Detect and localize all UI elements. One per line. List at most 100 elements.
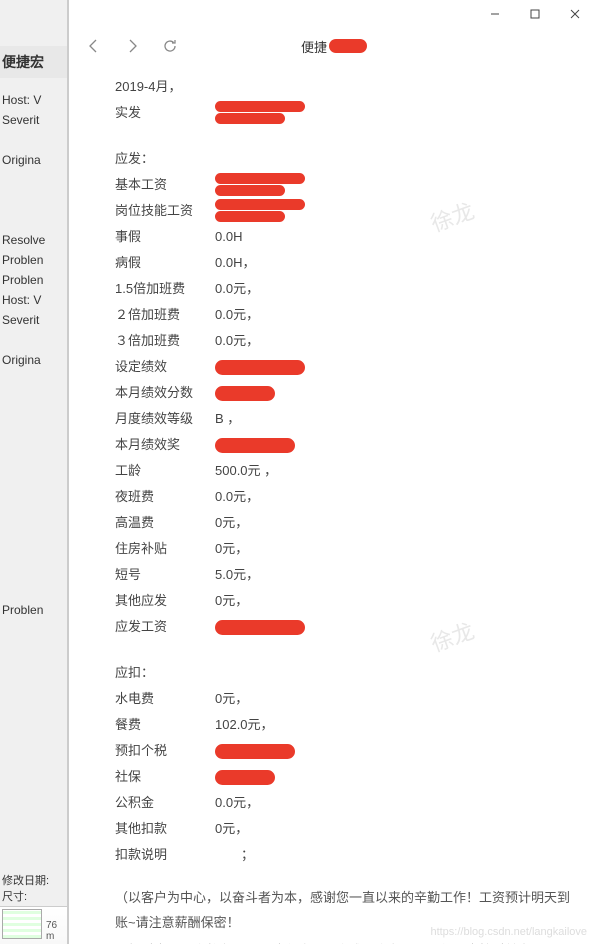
ded-header: 应扣： <box>115 660 571 686</box>
bg-line: Origina <box>0 350 67 370</box>
page-title: 便捷 <box>301 37 367 56</box>
refresh-button[interactable] <box>155 31 185 61</box>
pay-row: 事假0.0H <box>115 224 571 250</box>
bg-block-3: Problen <box>0 600 67 620</box>
pay-value: 0.0H <box>215 225 571 248</box>
back-button[interactable] <box>79 31 109 61</box>
footer-note-2: （如对本月工资数有异议，请在收到工资或工资条三个工作日内核对并向人 <box>115 939 571 944</box>
mail-window: 便捷 2019-4月， 实发 应发： 基本工资岗位技能工资事假0.0H病假0.0… <box>68 0 599 944</box>
navigation-bar: 便捷 <box>69 28 599 64</box>
pay-label: 月度绩效等级 <box>115 407 215 430</box>
pay-value: 500.0元 ， <box>215 459 571 482</box>
bg-footer: 修改日期: 尺寸: <box>2 872 49 904</box>
pay-row: 水电费0元， <box>115 686 571 712</box>
redaction-mark <box>215 620 305 635</box>
bg-line: Problen <box>0 270 67 290</box>
pay-period: 2019-4月， <box>115 74 571 100</box>
bg-line: Host: V <box>0 290 67 310</box>
pay-row: 应发工资 <box>115 614 571 640</box>
pay-label: 工龄 <box>115 459 215 482</box>
pay-label: 其他扣款 <box>115 817 215 840</box>
bg-line: Host: V <box>0 90 67 110</box>
pay-label: 其他应发 <box>115 589 215 612</box>
mail-content: 2019-4月， 实发 应发： 基本工资岗位技能工资事假0.0H病假0.0H，1… <box>69 64 599 944</box>
redaction-mark <box>215 386 275 401</box>
window-titlebar <box>69 0 599 28</box>
pay-label: 餐费 <box>115 713 215 736</box>
ded-header-text: 应扣： <box>115 661 154 684</box>
pay-value: 0.0元， <box>215 485 571 508</box>
due-header: 应发： <box>115 146 571 172</box>
pay-row: 短号5.0元， <box>115 562 571 588</box>
pay-label: 社保 <box>115 765 215 788</box>
pay-row: ２倍加班费0.0元， <box>115 302 571 328</box>
pay-label: 水电费 <box>115 687 215 710</box>
pay-label: 扣款说明 <box>115 843 215 866</box>
pay-value <box>215 199 571 223</box>
redaction-mark <box>215 438 295 453</box>
pay-value: B ， <box>215 407 571 430</box>
pay-label: 设定绩效 <box>115 355 215 378</box>
bg-line: Resolve <box>0 230 67 250</box>
pay-row: 夜班费0.0元， <box>115 484 571 510</box>
pay-label: 应发工资 <box>115 615 215 638</box>
pay-row: 基本工资 <box>115 172 571 198</box>
pay-row: 其他应发0元， <box>115 588 571 614</box>
pay-row: ３倍加班费0.0元， <box>115 328 571 354</box>
pay-row: 设定绩效 <box>115 354 571 380</box>
pay-value: 0元， <box>215 511 571 534</box>
bg-line: Problen <box>0 600 67 620</box>
redaction-mark <box>329 39 367 53</box>
redaction-mark <box>215 173 305 197</box>
pay-label: 1.5倍加班费 <box>115 277 215 300</box>
pay-value <box>215 620 571 635</box>
pay-row: 高温费0元， <box>115 510 571 536</box>
bg-thumb-label: 76 m <box>46 920 68 942</box>
pay-row: 月度绩效等级B ， <box>115 406 571 432</box>
pay-value: 0元， <box>215 537 571 560</box>
pay-value: 5.0元， <box>215 563 571 586</box>
background-panel: 便捷宏 Host: V Severit Origina Resolve Prob… <box>0 0 68 944</box>
pay-value <box>215 438 571 453</box>
pay-label: 短号 <box>115 563 215 586</box>
maximize-button[interactable] <box>515 2 555 26</box>
close-button[interactable] <box>555 2 595 26</box>
pay-row: 餐费102.0元， <box>115 712 571 738</box>
pay-label: 病假 <box>115 251 215 274</box>
label-actual: 实发 <box>115 101 215 124</box>
bg-block-2: Resolve Problen Problen Host: V Severit … <box>0 230 67 370</box>
pay-value <box>215 360 571 375</box>
pay-row: 本月绩效分数 <box>115 380 571 406</box>
pay-value: ； <box>215 843 571 866</box>
pay-label: 本月绩效奖 <box>115 433 215 456</box>
pay-label: 住房补贴 <box>115 537 215 560</box>
redaction-mark <box>215 199 305 223</box>
due-header-text: 应发： <box>115 147 154 170</box>
pay-value: 0.0元， <box>215 277 571 300</box>
pay-value: 102.0元， <box>215 713 571 736</box>
bg-footer-line: 修改日期: <box>2 872 49 888</box>
minimize-button[interactable] <box>475 2 515 26</box>
pay-row: 扣款说明 ； <box>115 842 571 868</box>
pay-label: 夜班费 <box>115 485 215 508</box>
pay-value <box>215 770 571 785</box>
bg-line: Problen <box>0 250 67 270</box>
bg-line: Severit <box>0 110 67 130</box>
redaction-mark <box>215 101 305 125</box>
pay-label: 预扣个税 <box>115 739 215 762</box>
redaction-mark <box>215 770 275 785</box>
pay-value: 0元， <box>215 817 571 840</box>
pay-label: 本月绩效分数 <box>115 381 215 404</box>
pay-row: 岗位技能工资 <box>115 198 571 224</box>
pay-label: 公积金 <box>115 791 215 814</box>
pay-label: ２倍加班费 <box>115 303 215 326</box>
pay-label: 基本工资 <box>115 173 215 196</box>
bg-line: Severit <box>0 310 67 330</box>
bg-thumbnail <box>2 909 42 939</box>
forward-button[interactable] <box>117 31 147 61</box>
pay-value <box>215 173 571 197</box>
bg-line: Origina <box>0 150 67 170</box>
pay-row: 其他扣款0元， <box>115 816 571 842</box>
pay-label: 高温费 <box>115 511 215 534</box>
pay-label: ３倍加班费 <box>115 329 215 352</box>
